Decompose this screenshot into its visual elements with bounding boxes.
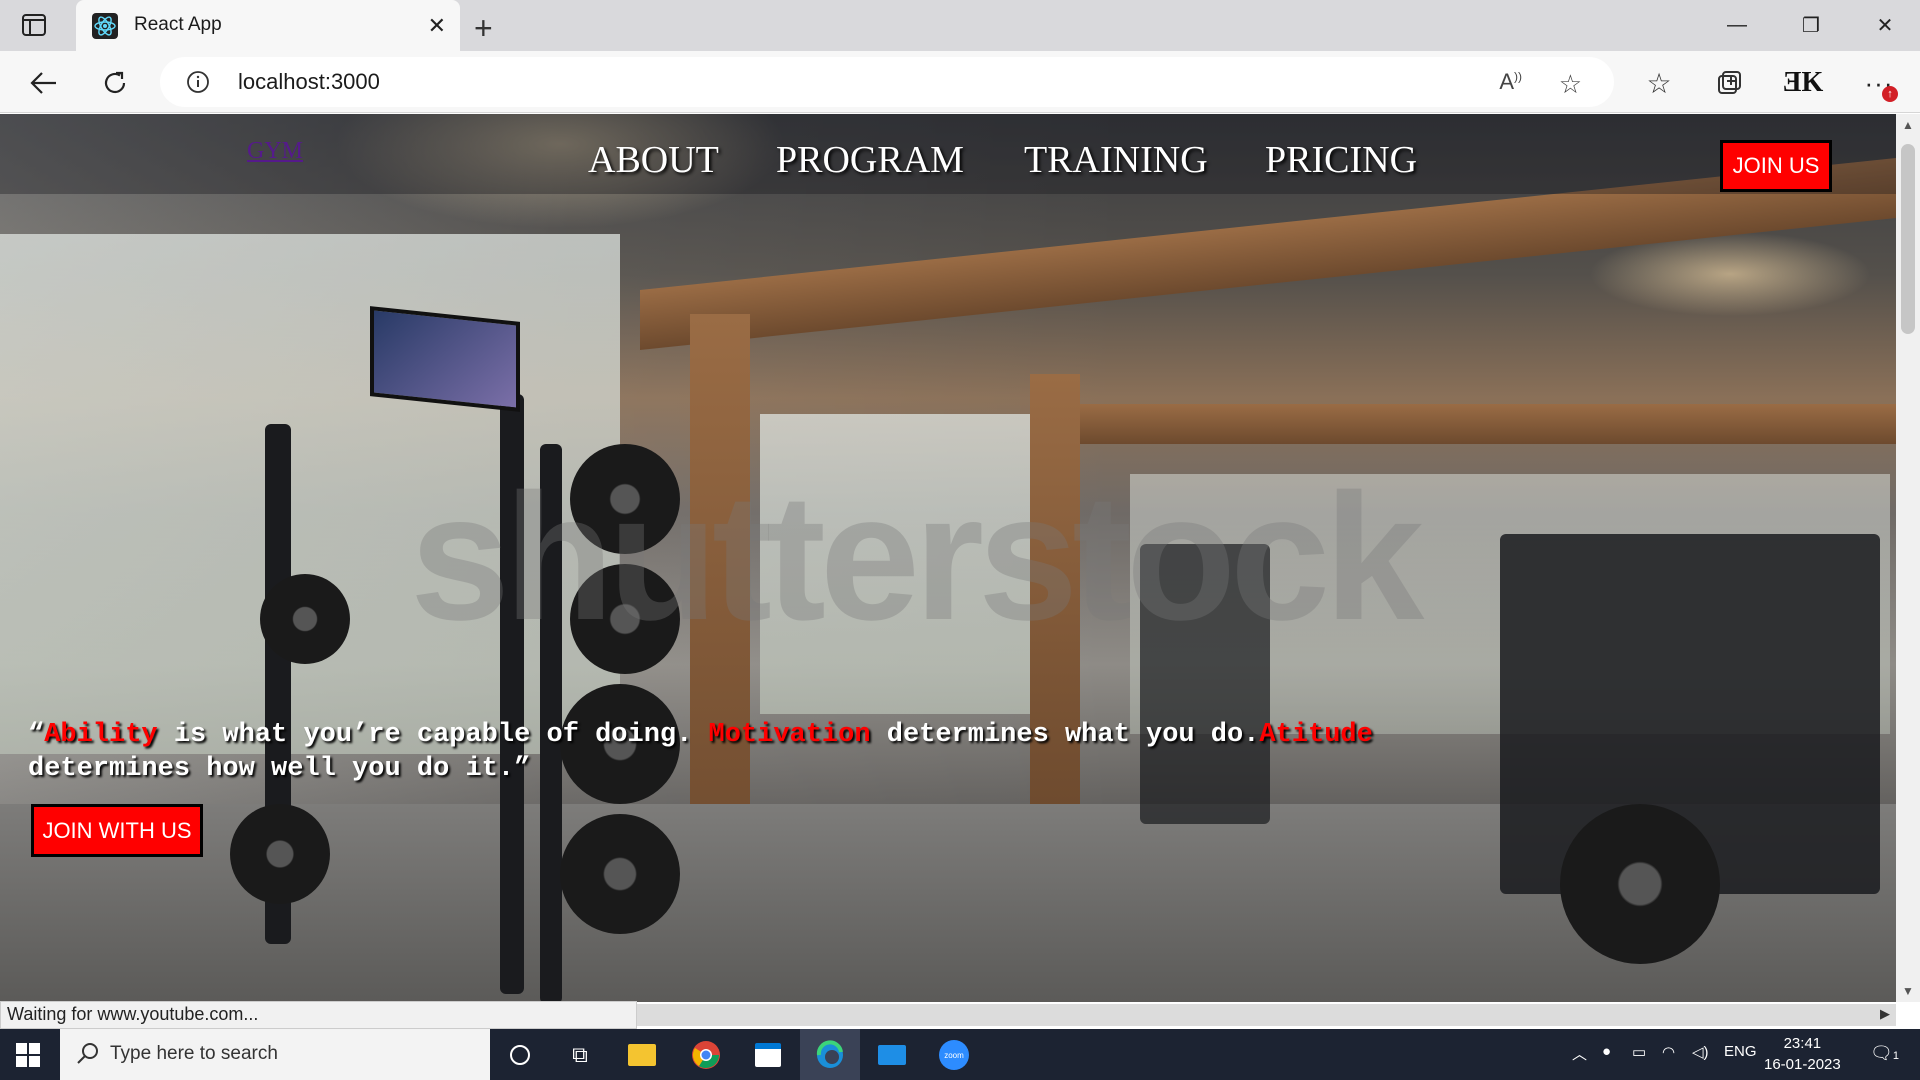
windows-start-icon[interactable]	[16, 1043, 40, 1072]
taskbar: Type here to search ⧉ zoom ︿ ● ▭ ◠ ◁) EN…	[0, 1029, 1920, 1080]
time-text: 23:41	[1783, 1035, 1822, 1052]
quote-keyword-ability: Ability	[44, 720, 158, 750]
edge-icon[interactable]	[800, 1029, 860, 1080]
quote-text-part2: determines what you do.	[870, 720, 1260, 750]
page-viewport: shutterstock GYM ABOUT PROGRAM TRAINING …	[0, 114, 1896, 1002]
scroll-up-icon[interactable]: ▲	[1902, 118, 1914, 132]
nav-about[interactable]: ABOUT	[588, 138, 719, 182]
site-logo-link[interactable]: GYM	[247, 138, 303, 165]
tv-screen	[370, 306, 520, 412]
scrollbar-thumb[interactable]	[1901, 144, 1915, 334]
zoom-tray-icon[interactable]: ●	[1602, 1043, 1611, 1060]
file-explorer-icon[interactable]	[622, 1037, 662, 1073]
battery-icon[interactable]: ▭	[1632, 1043, 1646, 1061]
browser-tab-active[interactable]: React App ✕	[76, 0, 460, 51]
new-tab-icon[interactable]: +	[474, 10, 493, 47]
microsoft-store-icon[interactable]	[748, 1037, 788, 1073]
url-text: localhost:3000	[238, 69, 380, 94]
collections-icon[interactable]	[1712, 66, 1746, 100]
wifi-icon[interactable]: ◠	[1662, 1043, 1675, 1061]
hero-quote: “Ability is what you’re capable of doing…	[28, 718, 1408, 786]
browser-tab-bar: React App ✕ + — ❐ ✕	[0, 0, 1920, 51]
show-hidden-icons[interactable]: ︿	[1572, 1043, 1587, 1064]
close-tab-icon[interactable]: ✕	[428, 13, 446, 39]
add-favorite-icon[interactable]: ☆	[1559, 69, 1582, 100]
favorites-icon[interactable]: ☆	[1642, 66, 1676, 100]
nav-program[interactable]: PROGRAM	[776, 138, 964, 182]
quote-open-mark: “	[28, 720, 45, 750]
status-bar: Waiting for www.youtube.com...	[0, 1001, 637, 1029]
update-badge-icon: ↑	[1882, 86, 1898, 102]
restore-icon[interactable]: ❐	[1774, 0, 1848, 51]
search-icon	[76, 1041, 100, 1070]
task-view-icon[interactable]: ⧉	[560, 1037, 600, 1073]
cortana-icon[interactable]	[500, 1037, 540, 1073]
taskbar-search-box[interactable]: Type here to search	[60, 1029, 490, 1080]
more-menu-icon[interactable]: ··· ↑	[1862, 66, 1898, 102]
clock[interactable]: 23:41 16-01-2023	[1764, 1033, 1841, 1075]
minimize-icon[interactable]: —	[1700, 0, 1774, 51]
vertical-scrollbar[interactable]: ▲ ▼	[1896, 114, 1920, 1002]
search-placeholder: Type here to search	[110, 1043, 278, 1064]
tab-actions-icon[interactable]	[18, 11, 50, 39]
profile-extension-icon[interactable]: ƎK	[1783, 66, 1823, 100]
language-indicator[interactable]: ENG	[1724, 1043, 1757, 1060]
watermark-text: shutterstock	[410, 457, 1424, 658]
join-us-button[interactable]: JOIN US	[1720, 140, 1832, 192]
nav-pricing[interactable]: PRICING	[1265, 138, 1417, 182]
join-with-us-button[interactable]: JOIN WITH US	[31, 804, 203, 857]
mail-icon[interactable]	[872, 1037, 912, 1073]
notifications-icon[interactable]: 🗨1	[1870, 1043, 1899, 1064]
notification-count: 1	[1892, 1050, 1899, 1062]
back-icon[interactable]	[24, 63, 64, 103]
volume-icon[interactable]: ◁)	[1692, 1043, 1709, 1061]
quote-text-part1: is what you’re capable of doing.	[157, 720, 709, 750]
react-logo-icon	[92, 13, 118, 39]
horizontal-scrollbar[interactable]: ▶	[637, 1004, 1896, 1026]
tab-title: React App	[134, 14, 222, 35]
nav-training[interactable]: TRAINING	[1024, 138, 1208, 182]
site-info-icon[interactable]	[186, 70, 210, 99]
read-aloud-icon[interactable]: A))	[1499, 69, 1522, 95]
scroll-down-icon[interactable]: ▼	[1902, 984, 1914, 998]
refresh-icon[interactable]	[95, 63, 135, 103]
address-toolbar: localhost:3000 A)) ☆ ☆ ƎK ··· ↑	[0, 51, 1920, 113]
quote-keyword-attitude: Atitude	[1259, 720, 1373, 750]
chrome-icon[interactable]	[686, 1037, 726, 1073]
close-window-icon[interactable]: ✕	[1848, 0, 1920, 51]
zoom-icon[interactable]: zoom	[934, 1037, 974, 1073]
address-bar[interactable]: localhost:3000 A)) ☆	[160, 57, 1614, 107]
date-text: 16-01-2023	[1764, 1056, 1841, 1073]
scroll-right-icon[interactable]: ▶	[1880, 1006, 1890, 1022]
quote-keyword-motivation: Motivation	[708, 720, 871, 750]
quote-text-part3: determines how well you do it.”	[28, 754, 531, 784]
